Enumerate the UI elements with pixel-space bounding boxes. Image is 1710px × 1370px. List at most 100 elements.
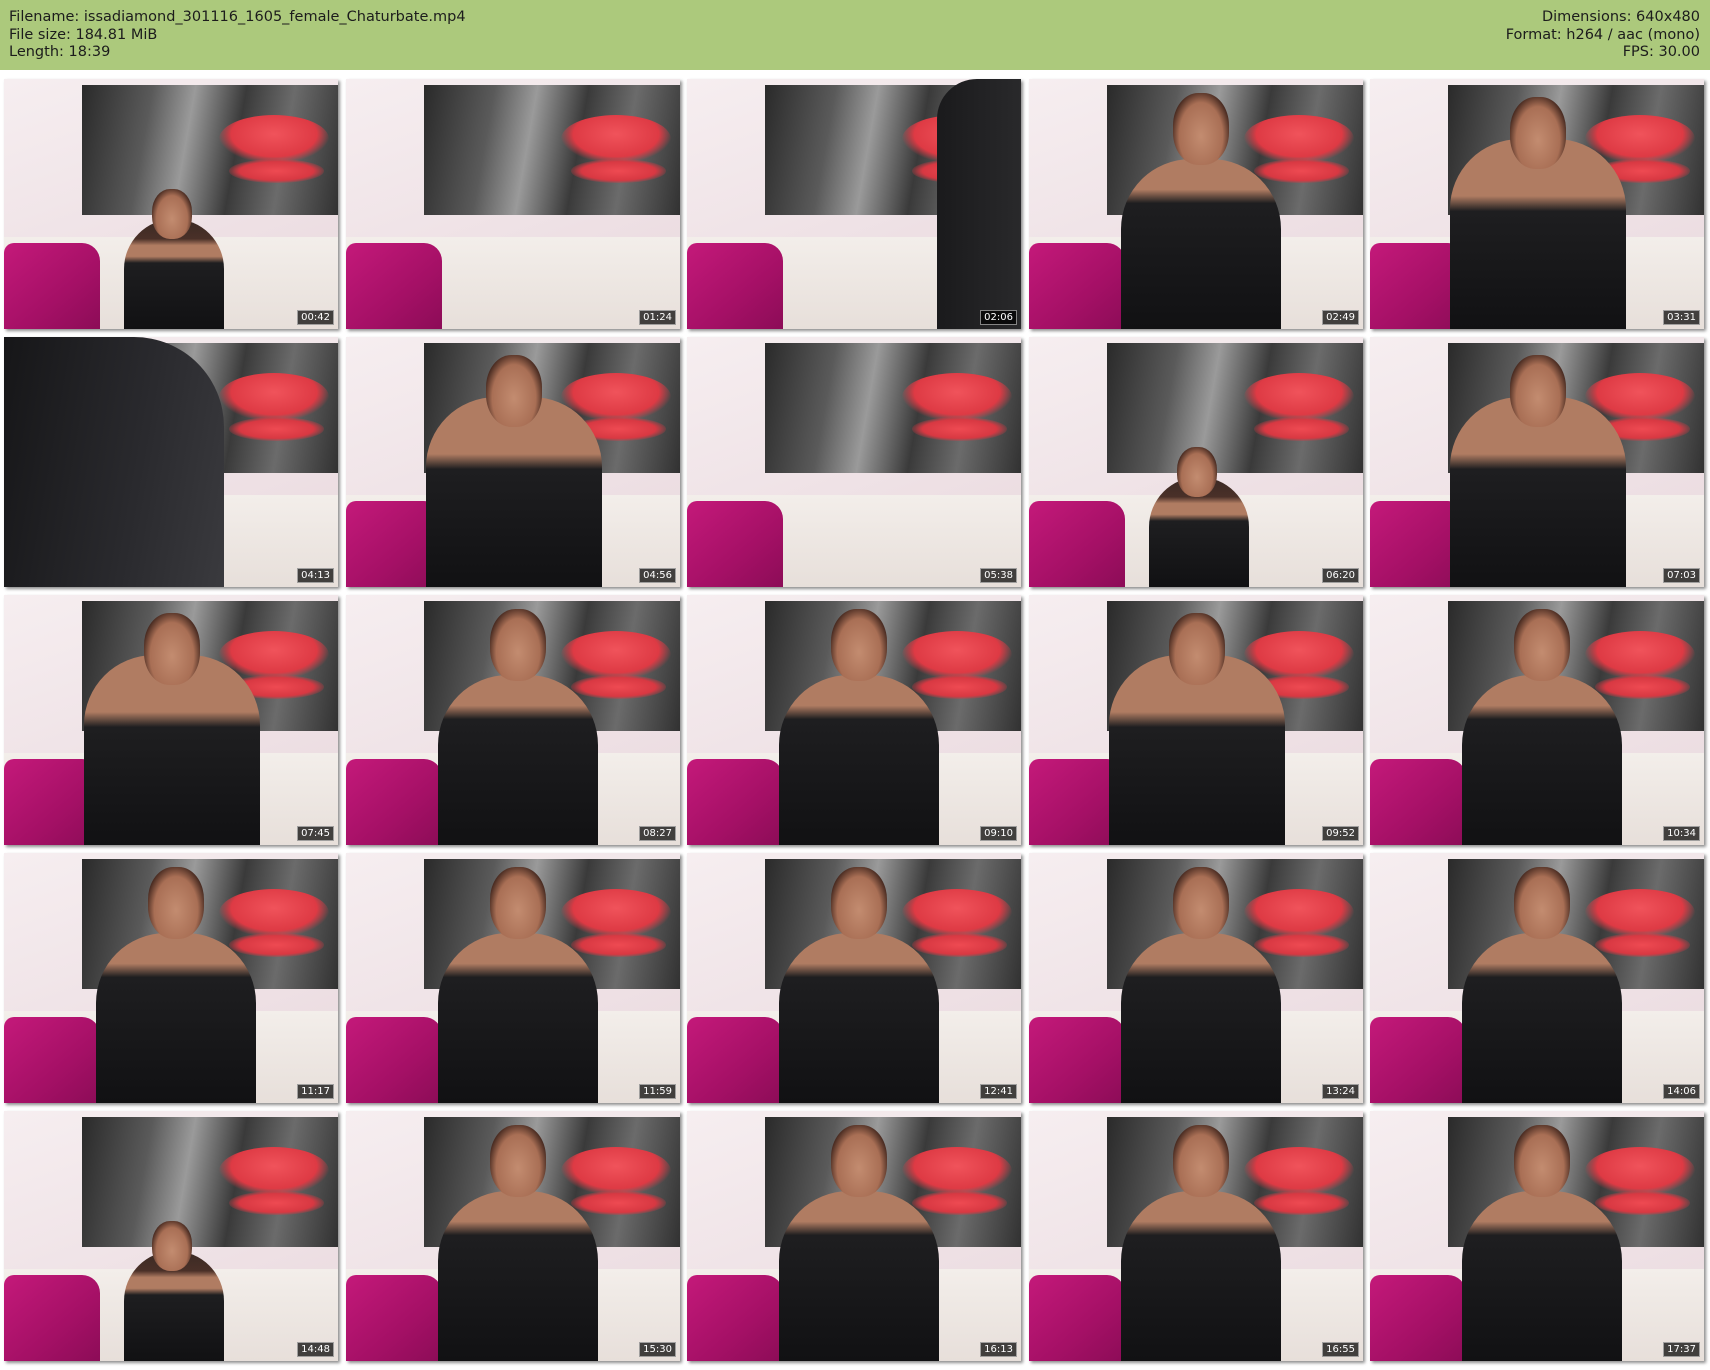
video-thumbnail[interactable]: 11:59 xyxy=(346,853,680,1103)
video-thumbnail[interactable]: 04:56 xyxy=(346,337,680,587)
painting-lips xyxy=(1585,1147,1695,1195)
file-info: Filename: issadiamond_301116_1605_female… xyxy=(9,9,466,62)
video-thumbnail[interactable]: 15:30 xyxy=(346,1111,680,1361)
magenta-pillow xyxy=(1370,1017,1466,1103)
video-thumbnail[interactable]: 11:17 xyxy=(4,853,338,1103)
thumbnail-timestamp: 02:06 xyxy=(980,310,1017,325)
person-head xyxy=(148,867,204,939)
thumbnail-timestamp: 16:55 xyxy=(1322,1342,1359,1357)
thumbnail-timestamp: 09:52 xyxy=(1322,826,1359,841)
video-thumbnail[interactable]: 02:49 xyxy=(1029,79,1363,329)
magenta-pillow xyxy=(346,243,442,329)
painting-lips xyxy=(219,1147,329,1195)
video-thumbnail[interactable]: 13:24 xyxy=(1029,853,1363,1103)
thumbnail-timestamp: 16:13 xyxy=(980,1342,1017,1357)
person-figure xyxy=(1462,675,1622,845)
person-figure xyxy=(96,933,256,1103)
magenta-pillow xyxy=(687,1017,783,1103)
video-thumbnail[interactable]: 12:41 xyxy=(687,853,1021,1103)
thumbnail-timestamp: 07:45 xyxy=(297,826,334,841)
painting-lips xyxy=(902,889,1012,937)
thumbnail-timestamp: 10:34 xyxy=(1663,826,1700,841)
thumbnail-timestamp: 03:31 xyxy=(1663,310,1700,325)
video-thumbnail[interactable]: 16:13 xyxy=(687,1111,1021,1361)
person-figure xyxy=(779,675,939,845)
person-head xyxy=(490,1125,546,1197)
thumbnail-timestamp: 01:24 xyxy=(639,310,676,325)
painting-lips-lower xyxy=(571,159,666,183)
person-head xyxy=(1510,355,1566,427)
person-head xyxy=(486,355,542,427)
video-thumbnail[interactable]: 09:52 xyxy=(1029,595,1363,845)
painting-lips xyxy=(561,889,671,937)
painting-lips-lower xyxy=(1254,159,1349,183)
video-thumbnail[interactable]: 07:45 xyxy=(4,595,338,845)
painting-lips xyxy=(902,1147,1012,1195)
person-head xyxy=(152,189,192,239)
painting-lips xyxy=(1244,115,1354,163)
video-thumbnail[interactable]: 14:06 xyxy=(1370,853,1704,1103)
painting-lips xyxy=(902,631,1012,679)
magenta-pillow xyxy=(4,1017,100,1103)
video-thumbnail[interactable]: 17:37 xyxy=(1370,1111,1704,1361)
painting-lips-lower xyxy=(229,159,324,183)
painting-lips xyxy=(219,889,329,937)
thumbnail-timestamp: 06:20 xyxy=(1322,568,1359,583)
painting-lips xyxy=(1244,889,1354,937)
video-thumbnail[interactable]: 04:13 xyxy=(4,337,338,587)
thumbnail-timestamp: 09:10 xyxy=(980,826,1017,841)
thumbnail-timestamp: 12:41 xyxy=(980,1084,1017,1099)
painting-lips-lower xyxy=(229,417,324,441)
video-thumbnail[interactable]: 06:20 xyxy=(1029,337,1363,587)
video-thumbnail[interactable]: 03:31 xyxy=(1370,79,1704,329)
thumbnail-timestamp: 07:03 xyxy=(1663,568,1700,583)
thumbnail-timestamp: 11:17 xyxy=(297,1084,334,1099)
painting-lips-lower xyxy=(912,675,1007,699)
magenta-pillow xyxy=(1029,1275,1125,1361)
video-thumbnail[interactable]: 01:24 xyxy=(346,79,680,329)
video-thumbnail[interactable]: 02:06 xyxy=(687,79,1021,329)
painting-lips xyxy=(1244,1147,1354,1195)
person-figure xyxy=(1462,933,1622,1103)
magenta-pillow xyxy=(687,501,783,587)
person-head xyxy=(1173,93,1229,165)
painting-lips-lower xyxy=(912,417,1007,441)
magenta-pillow xyxy=(346,1017,442,1103)
person-head xyxy=(1514,1125,1570,1197)
person-figure xyxy=(779,933,939,1103)
thumbnail-timestamp: 02:49 xyxy=(1322,310,1359,325)
painting-lips-lower xyxy=(1254,1191,1349,1215)
person-head xyxy=(1173,867,1229,939)
person-figure xyxy=(1462,1191,1622,1361)
person-head xyxy=(831,609,887,681)
video-info-header: Filename: issadiamond_301116_1605_female… xyxy=(0,0,1710,70)
video-thumbnail[interactable]: 08:27 xyxy=(346,595,680,845)
video-thumbnail[interactable]: 10:34 xyxy=(1370,595,1704,845)
video-thumbnail[interactable]: 07:03 xyxy=(1370,337,1704,587)
magenta-pillow xyxy=(1370,1275,1466,1361)
video-thumbnail[interactable]: 09:10 xyxy=(687,595,1021,845)
person-figure xyxy=(438,933,598,1103)
thumbnail-timestamp: 14:48 xyxy=(297,1342,334,1357)
filename-text: Filename: issadiamond_301116_1605_female… xyxy=(9,9,466,25)
painting-lips-lower xyxy=(1254,933,1349,957)
painting-lips xyxy=(561,1147,671,1195)
format-text: Format: h264 / aac (mono) xyxy=(1505,26,1700,43)
video-thumbnail[interactable]: 00:42 xyxy=(4,79,338,329)
person-figure xyxy=(779,1191,939,1361)
fps-text: FPS: 30.00 xyxy=(1622,44,1700,60)
video-thumbnail[interactable]: 14:48 xyxy=(4,1111,338,1361)
thumbnail-timestamp: 14:06 xyxy=(1663,1084,1700,1099)
person-figure xyxy=(937,79,1021,329)
magenta-pillow xyxy=(346,759,442,845)
painting-lips-lower xyxy=(912,1191,1007,1215)
thumbnail-timestamp: 00:42 xyxy=(297,310,334,325)
person-head xyxy=(152,1221,192,1271)
person-head xyxy=(1514,867,1570,939)
video-thumbnail[interactable]: 05:38 xyxy=(687,337,1021,587)
person-figure xyxy=(438,675,598,845)
person-head xyxy=(490,867,546,939)
stream-info: Dimensions: 640x480 Format: h264 / aac (… xyxy=(1506,9,1700,62)
magenta-pillow xyxy=(346,1275,442,1361)
video-thumbnail[interactable]: 16:55 xyxy=(1029,1111,1363,1361)
